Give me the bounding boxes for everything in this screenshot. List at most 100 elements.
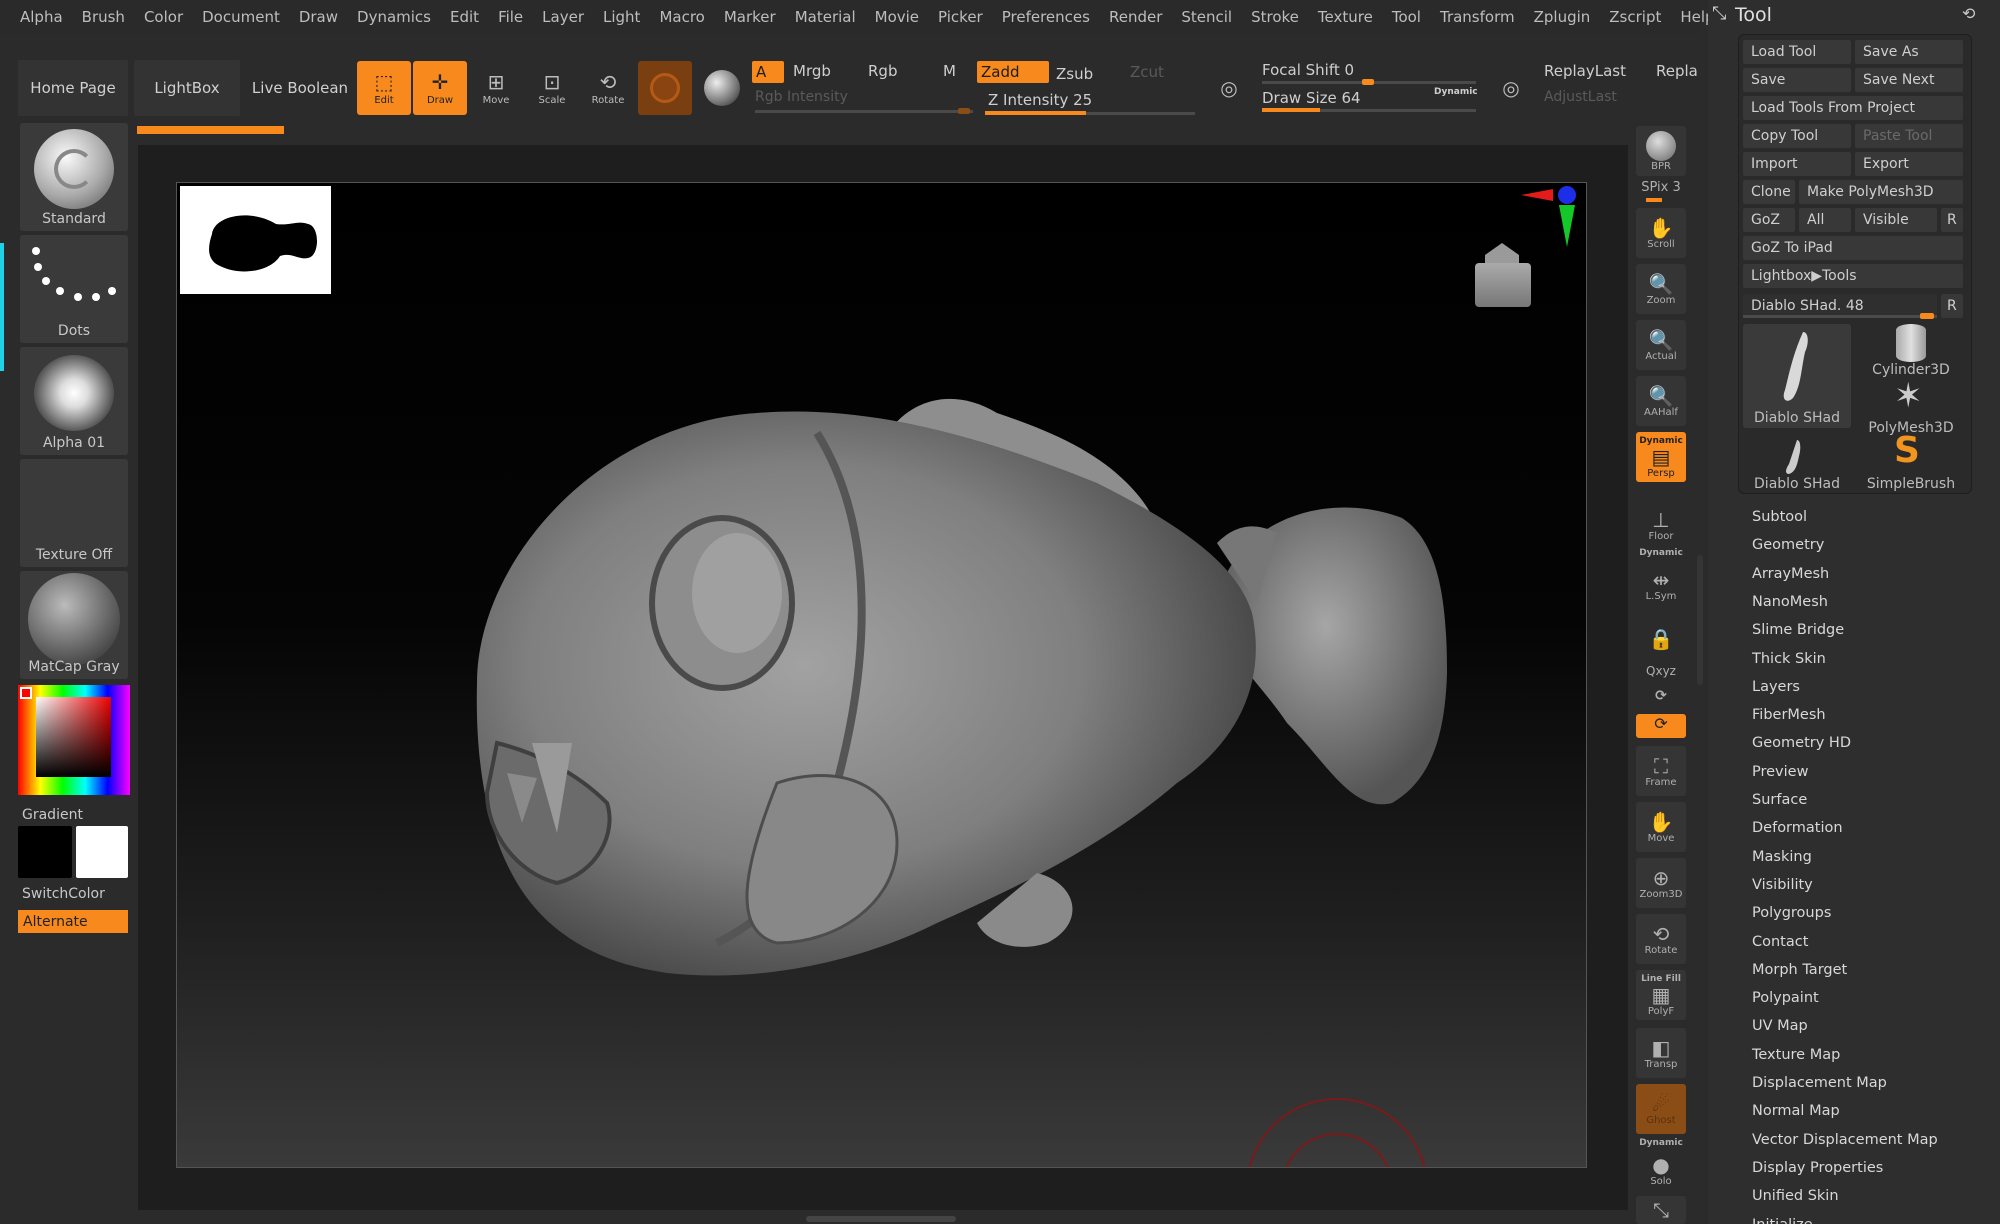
menu-picker[interactable]: Picker: [938, 8, 983, 26]
menu-render[interactable]: Render: [1109, 8, 1162, 26]
actual-button[interactable]: 🔍 Actual: [1636, 320, 1686, 370]
menu-macro[interactable]: Macro: [659, 8, 704, 26]
menu-document[interactable]: Document: [202, 8, 280, 26]
focal-shift-knob[interactable]: [1362, 79, 1374, 85]
subpalette-surface[interactable]: Surface: [1752, 792, 1807, 808]
ghost-button[interactable]: ☄ Ghost: [1636, 1084, 1686, 1134]
home-page-button[interactable]: Home Page: [18, 60, 128, 116]
lightbox-tools-button[interactable]: Lightbox▶Tools: [1743, 264, 1963, 288]
subpalette-normal-map[interactable]: Normal Map: [1752, 1103, 1840, 1119]
subpalette-deformation[interactable]: Deformation: [1752, 820, 1843, 836]
subpalette-uv-map[interactable]: UV Map: [1752, 1018, 1808, 1034]
spix-slider-knob[interactable]: [1646, 198, 1662, 202]
export-button[interactable]: Export: [1855, 152, 1963, 176]
rgb-button[interactable]: Rgb: [868, 62, 897, 80]
replay-last-button[interactable]: ReplayLast: [1544, 62, 1626, 80]
subpalette-layers[interactable]: Layers: [1752, 679, 1800, 695]
subpalette-nanomesh[interactable]: NanoMesh: [1752, 594, 1828, 610]
goz-button[interactable]: GoZ: [1743, 208, 1795, 232]
brush-thumbnail[interactable]: Standard: [20, 123, 128, 231]
subpalette-vector-displacement-map[interactable]: Vector Displacement Map: [1752, 1132, 1938, 1148]
replay-all-button[interactable]: Repla: [1656, 62, 1698, 80]
z-intensity-slider[interactable]: Z Intensity 25: [988, 91, 1092, 109]
lsym-button[interactable]: ⇹ L.Sym: [1636, 560, 1686, 610]
diablo-shad-small-tool[interactable]: Diablo SHad: [1743, 436, 1851, 492]
menu-zscript[interactable]: Zscript: [1609, 8, 1661, 26]
zsub-button[interactable]: Zsub: [1056, 65, 1093, 83]
menu-color[interactable]: Color: [144, 8, 183, 26]
subpalette-masking[interactable]: Masking: [1752, 849, 1812, 865]
menu-preferences[interactable]: Preferences: [1002, 8, 1090, 26]
shelf-scrollbar[interactable]: [1697, 555, 1703, 685]
lock-button[interactable]: 🔒: [1636, 614, 1686, 664]
subpalette-slime-bridge[interactable]: Slime Bridge: [1752, 622, 1844, 638]
copy-tool-button[interactable]: Copy Tool: [1743, 124, 1851, 148]
subpalette-arraymesh[interactable]: ArrayMesh: [1752, 566, 1829, 582]
goz-visible-button[interactable]: Visible: [1855, 208, 1937, 232]
clone-button[interactable]: Clone: [1743, 180, 1795, 204]
subpalette-polygroups[interactable]: Polygroups: [1752, 905, 1831, 921]
save-next-button[interactable]: Save Next: [1855, 68, 1963, 92]
fish-sculpt[interactable]: [177, 183, 1587, 1168]
subpalette-subtool[interactable]: Subtool: [1752, 509, 1807, 525]
draw-size-slider[interactable]: Draw Size 64: [1262, 89, 1361, 107]
zadd-button[interactable]: Zadd: [977, 61, 1049, 83]
subpalette-preview[interactable]: Preview: [1752, 764, 1808, 780]
goz-all-button[interactable]: All: [1799, 208, 1851, 232]
z-rotation-button[interactable]: ⟳: [1636, 714, 1686, 738]
alternate-button[interactable]: Alternate: [18, 910, 128, 933]
menu-edit[interactable]: Edit: [450, 8, 479, 26]
simplebrush-tool[interactable]: S SimpleBrush: [1856, 430, 1966, 492]
persp-button[interactable]: Dynamic ▤ Persp: [1636, 432, 1686, 482]
adjust-last-button[interactable]: AdjustLast: [1544, 89, 1617, 105]
alpha-thumbnail[interactable]: Alpha 01: [20, 347, 128, 455]
goz-to-ipad-button[interactable]: GoZ To iPad: [1743, 236, 1963, 260]
load-tool-button[interactable]: Load Tool: [1743, 40, 1851, 64]
menu-stencil[interactable]: Stencil: [1181, 8, 1232, 26]
refresh-icon[interactable]: ⟲: [1962, 4, 1975, 23]
switch-color-button[interactable]: SwitchColor: [22, 886, 105, 902]
main-color-swatch[interactable]: [18, 826, 72, 878]
rgb-intensity-slider[interactable]: Rgb Intensity: [755, 89, 848, 105]
live-boolean-button[interactable]: Live Boolean: [244, 60, 356, 116]
polymesh3d-tool[interactable]: ✶ PolyMesh3D: [1856, 376, 1966, 436]
texture-thumbnail[interactable]: Texture Off: [20, 459, 128, 567]
subpalette-fibermesh[interactable]: FiberMesh: [1752, 707, 1826, 723]
menu-material[interactable]: Material: [795, 8, 856, 26]
menu-dynamics[interactable]: Dynamics: [357, 8, 431, 26]
draw-size-button[interactable]: ◎: [1488, 66, 1534, 112]
canvas-viewport[interactable]: [176, 182, 1587, 1168]
menu-file[interactable]: File: [498, 8, 523, 26]
subpalette-unified-skin[interactable]: Unified Skin: [1752, 1188, 1839, 1204]
subpalette-texture-map[interactable]: Texture Map: [1752, 1047, 1840, 1063]
frame-button[interactable]: ⛶ Frame: [1636, 746, 1686, 796]
save-button[interactable]: Save: [1743, 68, 1851, 92]
zcut-button[interactable]: Zcut: [1130, 63, 1164, 81]
transp-button[interactable]: ◧ Transp: [1636, 1028, 1686, 1078]
bottom-scroll-handle[interactable]: [806, 1216, 956, 1222]
floor-button[interactable]: ⊥ Floor: [1636, 500, 1686, 550]
menu-texture[interactable]: Texture: [1318, 8, 1373, 26]
current-tool-r-button[interactable]: R: [1941, 294, 1963, 318]
aahalf-button[interactable]: 🔍 AAHalf: [1636, 376, 1686, 426]
menu-tool[interactable]: Tool: [1392, 8, 1421, 26]
polyf-button[interactable]: Line Fill ▦ PolyF: [1636, 970, 1686, 1020]
menu-brush[interactable]: Brush: [82, 8, 125, 26]
subpalette-contact[interactable]: Contact: [1752, 934, 1808, 950]
stroke-thumbnail[interactable]: Dots: [20, 235, 128, 343]
save-as-button[interactable]: Save As: [1855, 40, 1963, 64]
color-marker[interactable]: [20, 687, 32, 699]
menu-light[interactable]: Light: [603, 8, 640, 26]
rotate-button[interactable]: ⟲ Rotate: [1636, 914, 1686, 964]
goz-r-button[interactable]: R: [1941, 208, 1963, 232]
edit-mode-button[interactable]: ⬚ Edit: [357, 61, 411, 115]
subpalette-thick-skin[interactable]: Thick Skin: [1752, 651, 1826, 667]
subpalette-geometry-hd[interactable]: Geometry HD: [1752, 735, 1851, 751]
mrgb-button[interactable]: Mrgb: [793, 62, 831, 80]
subpalette-displacement-map[interactable]: Displacement Map: [1752, 1075, 1887, 1091]
menu-draw[interactable]: Draw: [299, 8, 338, 26]
diablo-shad-thumbnail[interactable]: Diablo SHad: [1743, 324, 1851, 428]
zoom3d-button[interactable]: ⊕ Zoom3D: [1636, 858, 1686, 908]
color-square[interactable]: [36, 697, 111, 777]
a-button[interactable]: A: [752, 61, 784, 83]
